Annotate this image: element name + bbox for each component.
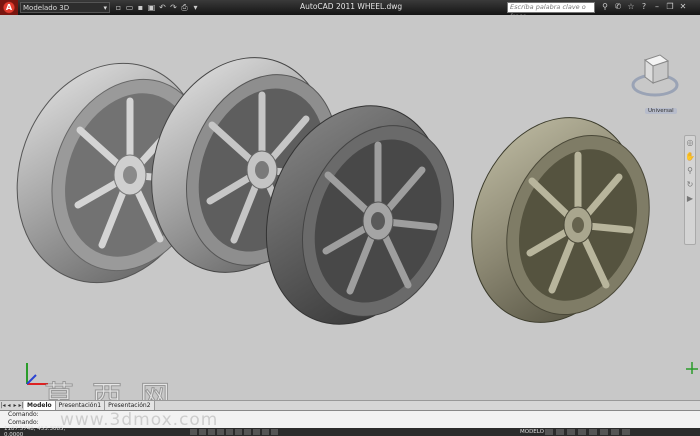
steering-wheel-icon[interactable]: ◎	[685, 136, 695, 150]
lineweight-icon[interactable]	[271, 429, 278, 435]
chevron-down-icon[interactable]: ▾	[191, 3, 200, 12]
layout-tabs: |◂ ◂ ▸ ▸| Modelo Presentación1 Presentac…	[0, 400, 700, 411]
lock-icon[interactable]	[611, 429, 619, 435]
workspace-dropdown[interactable]: Modelado 3D ▾	[20, 2, 110, 13]
3d-object-snap-icon[interactable]	[235, 429, 242, 435]
dynamic-input-icon[interactable]	[262, 429, 269, 435]
application-menu-button[interactable]: A	[0, 0, 18, 15]
search-input[interactable]: Escriba palabra clave o frase	[507, 2, 595, 20]
navigation-bar: ◎ ✋ ⚲ ↻ ▶	[684, 135, 696, 245]
title-bar: A Modelado 3D ▾ ▫ ▭ ▪ ▣ ↶ ↷ ⎙ ▾ AutoCAD …	[0, 0, 700, 20]
tab-modelo[interactable]: Modelo	[24, 400, 56, 411]
zoom-icon[interactable]	[578, 429, 586, 435]
coordinates-readout[interactable]: 1187.5748, 453.3085, 0.0000	[0, 426, 80, 436]
save-icon[interactable]: ▪	[136, 3, 145, 12]
wheel-4[interactable]	[444, 94, 673, 346]
drawing-viewport[interactable]: Universal ◎ ✋ ⚲ ↻ ▶ 草西网	[0, 15, 700, 400]
undo-icon[interactable]: ↶	[158, 3, 167, 12]
annotation-scale-icon[interactable]	[589, 429, 597, 435]
pan-icon[interactable]: ✋	[685, 150, 695, 164]
watermark-chinese: 草西网	[44, 380, 188, 401]
clean-screen-icon[interactable]	[622, 429, 630, 435]
snap-mode-icon[interactable]	[190, 429, 197, 435]
print-icon[interactable]: ⎙	[180, 3, 189, 12]
workspace-label: Modelado 3D	[23, 3, 70, 12]
minimize-icon[interactable]: –	[652, 2, 662, 12]
tab-presentacion1[interactable]: Presentación1	[55, 400, 106, 411]
ortho-mode-icon[interactable]	[208, 429, 215, 435]
drafting-settings-toggles	[190, 429, 278, 435]
help-icon[interactable]: ?	[639, 2, 649, 12]
favorites-star-icon[interactable]: ☆	[626, 2, 636, 12]
quick-view-drawings-icon[interactable]	[556, 429, 564, 435]
infocenter-toolbar: ⚲ ✆ ☆ ? – ❐ ✕	[600, 2, 688, 12]
window-title: AutoCAD 2011 WHEEL.dwg	[300, 2, 403, 11]
object-snap-tracking-icon[interactable]	[244, 429, 251, 435]
zoom-icon[interactable]: ⚲	[685, 164, 695, 178]
polar-tracking-icon[interactable]	[217, 429, 224, 435]
watermark-url: www.3dmox.com	[60, 410, 219, 430]
close-icon[interactable]: ✕	[678, 2, 688, 12]
chevron-down-icon: ▾	[103, 3, 107, 12]
restore-icon[interactable]: ❐	[665, 2, 675, 12]
redo-icon[interactable]: ↷	[169, 3, 178, 12]
search-icon[interactable]: ⚲	[600, 2, 610, 12]
showmotion-icon[interactable]: ▶	[685, 192, 695, 206]
viewcube-icon[interactable]	[630, 45, 680, 105]
communication-center-icon[interactable]: ✆	[613, 2, 623, 12]
pan-icon[interactable]	[567, 429, 575, 435]
orbit-icon[interactable]: ↻	[685, 178, 695, 192]
open-folder-icon[interactable]: ▭	[125, 3, 134, 12]
new-file-icon[interactable]: ▫	[114, 3, 123, 12]
model-space-button[interactable]: MODELO	[520, 429, 544, 435]
object-snap-icon[interactable]	[226, 429, 233, 435]
tab-presentacion2[interactable]: Presentación2	[105, 400, 155, 411]
wheel-models	[16, 57, 673, 346]
wcs-label: Universal	[648, 108, 674, 114]
axis-tripod-icon	[686, 362, 698, 374]
quick-access-toolbar: ▫ ▭ ▪ ▣ ↶ ↷ ⎙ ▾	[114, 3, 200, 12]
workspace-switching-icon[interactable]	[600, 429, 608, 435]
grid-display-icon[interactable]	[199, 429, 206, 435]
wcs-menu[interactable]: Universal	[645, 108, 677, 114]
quick-view-layouts-icon[interactable]	[545, 429, 553, 435]
save-as-icon[interactable]: ▣	[147, 3, 156, 12]
status-tray	[545, 429, 630, 435]
dynamic-ucs-icon[interactable]	[253, 429, 260, 435]
